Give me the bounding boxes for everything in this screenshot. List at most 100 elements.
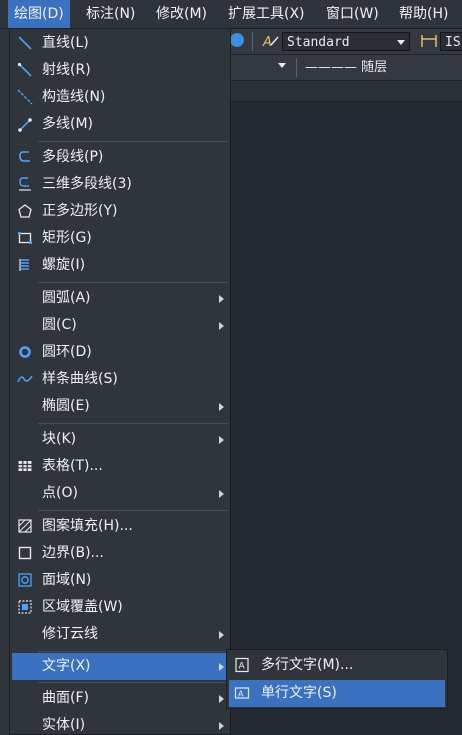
table-icon <box>17 458 33 474</box>
menu-item-polygon[interactable]: 正多边形(Y) <box>12 198 228 225</box>
menu-modify[interactable]: 修改(M) <box>150 0 213 28</box>
menu-item-label: 区域覆盖(W) <box>42 599 123 615</box>
menu-item-region[interactable]: 面域(N) <box>12 567 228 594</box>
hatch-icon <box>17 518 33 534</box>
menu-item-3d-polyline[interactable]: 三维多段线(3) <box>12 171 228 198</box>
chevron-down-icon[interactable] <box>278 63 286 68</box>
menu-item-label: 实体(I) <box>42 717 86 733</box>
spline-icon <box>17 371 33 387</box>
menu-item-label: 多段线(P) <box>42 149 104 165</box>
mtext-icon: A <box>234 657 250 673</box>
single-line-text-icon: A <box>234 685 250 701</box>
menu-item-label: 直线(L) <box>42 35 89 51</box>
draw-menu-dropdown: 直线(L) 射线(R) 构造线(N) 多线(M) 多段线(P) 三维多段线(3)… <box>9 28 231 735</box>
menu-separator <box>38 282 228 283</box>
menu-item-ellipse[interactable]: 椭圆(E) <box>12 393 228 420</box>
menu-item-label: 圆(C) <box>42 317 77 333</box>
menu-item-solid[interactable]: 实体(I) <box>12 712 228 734</box>
menu-item-label: 射线(R) <box>42 62 91 78</box>
submenu-arrow-icon <box>219 295 224 303</box>
menu-item-ray[interactable]: 射线(R) <box>12 57 228 84</box>
construction-line-icon <box>17 89 33 105</box>
submenu-arrow-icon <box>219 631 224 639</box>
svg-text:A: A <box>239 662 246 672</box>
menu-separator <box>38 510 228 511</box>
menu-item-surface[interactable]: 曲面(F) <box>12 685 228 712</box>
menu-item-revision-cloud[interactable]: 修订云线 <box>12 621 228 648</box>
menu-help[interactable]: 帮助(H) <box>393 0 454 28</box>
3d-polyline-icon <box>17 176 33 192</box>
menu-item-text[interactable]: 文字(X) <box>12 653 228 680</box>
menu-bar: 绘图(D) 标注(N) 修改(M) 扩展工具(X) 窗口(W) 帮助(H) <box>0 0 462 29</box>
text-style-value: Standard <box>287 35 350 50</box>
text-style-icon[interactable]: A <box>262 33 280 49</box>
menu-dimension[interactable]: 标注(N) <box>80 0 141 28</box>
menu-item-construction-line[interactable]: 构造线(N) <box>12 84 228 111</box>
helix-icon <box>17 257 33 273</box>
svg-text:A: A <box>238 690 244 699</box>
donut-icon <box>17 344 33 360</box>
linetype-value[interactable]: ———— 随层 <box>305 58 387 77</box>
menu-item-point[interactable]: 点(O) <box>12 480 228 507</box>
submenu-arrow-icon <box>219 436 224 444</box>
svg-text:A: A <box>262 35 272 49</box>
menu-item-label: 样条曲线(S) <box>42 371 118 387</box>
menu-item-helix[interactable]: 螺旋(I) <box>12 252 228 279</box>
menu-item-label: 螺旋(I) <box>42 257 86 273</box>
menu-item-label: 椭圆(E) <box>42 398 90 414</box>
menu-item-label: 表格(T)... <box>42 458 103 474</box>
menu-item-arc[interactable]: 圆弧(A) <box>12 285 228 312</box>
menu-item-label: 修订云线 <box>42 626 98 642</box>
dim-style-combo[interactable]: IS <box>440 32 462 51</box>
menu-item-label: 面域(N) <box>42 572 92 588</box>
menu-item-label: 圆环(D) <box>42 344 92 360</box>
menu-item-label: 矩形(G) <box>42 230 92 246</box>
menu-item-label: 多行文字(M)... <box>261 657 354 673</box>
chevron-down-icon <box>397 40 405 45</box>
menu-item-label: 文字(X) <box>42 658 91 674</box>
menu-item-label: 单行文字(S) <box>261 685 337 701</box>
submenu-arrow-icon <box>219 322 224 330</box>
boundary-icon <box>17 545 33 561</box>
toolbar-separator <box>296 58 297 77</box>
menu-item-label: 圆弧(A) <box>42 290 91 306</box>
left-panel-edge <box>0 29 9 735</box>
menu-item-circle[interactable]: 圆(C) <box>12 312 228 339</box>
submenu-arrow-icon <box>219 695 224 703</box>
menu-window[interactable]: 窗口(W) <box>320 0 385 28</box>
menu-express-tools[interactable]: 扩展工具(X) <box>222 0 311 28</box>
menu-item-multiline-text[interactable]: A 多行文字(M)... <box>229 652 445 679</box>
region-icon <box>17 572 33 588</box>
help-icon[interactable] <box>230 33 244 47</box>
menu-item-single-line-text[interactable]: A 单行文字(S) <box>229 680 445 707</box>
menu-separator <box>38 651 228 652</box>
menu-separator <box>38 423 228 424</box>
menu-separator <box>38 682 228 683</box>
menu-item-label: 块(K) <box>42 431 77 447</box>
menu-item-label: 边界(B)... <box>42 545 104 561</box>
menu-item-label: 点(O) <box>42 485 78 501</box>
menu-draw[interactable]: 绘图(D) <box>8 0 70 28</box>
menu-item-rectangle[interactable]: 矩形(G) <box>12 225 228 252</box>
dim-style-icon[interactable] <box>420 33 438 49</box>
menu-item-hatch[interactable]: 图案填充(H)... <box>12 513 228 540</box>
polygon-icon <box>17 203 33 219</box>
text-style-combo[interactable]: Standard <box>282 32 410 51</box>
drawing-canvas[interactable] <box>231 102 462 735</box>
menu-item-label: 多线(M) <box>42 116 94 132</box>
menu-item-table[interactable]: 表格(T)... <box>12 453 228 480</box>
menu-item-multiline[interactable]: 多线(M) <box>12 111 228 138</box>
menu-item-spline[interactable]: 样条曲线(S) <box>12 366 228 393</box>
menu-item-wipeout[interactable]: 区域覆盖(W) <box>12 594 228 621</box>
menu-item-block[interactable]: 块(K) <box>12 426 228 453</box>
submenu-arrow-icon <box>219 490 224 498</box>
text-submenu: A 多行文字(M)... A 单行文字(S) <box>226 649 448 709</box>
line-icon <box>17 35 33 51</box>
menu-item-line[interactable]: 直线(L) <box>12 30 228 57</box>
toolbar-separator <box>252 32 253 51</box>
drawing-tab-strip <box>231 81 462 102</box>
menu-item-label: 三维多段线(3) <box>42 176 132 192</box>
menu-item-polyline[interactable]: 多段线(P) <box>12 144 228 171</box>
menu-item-boundary[interactable]: 边界(B)... <box>12 540 228 567</box>
menu-item-donut[interactable]: 圆环(D) <box>12 339 228 366</box>
